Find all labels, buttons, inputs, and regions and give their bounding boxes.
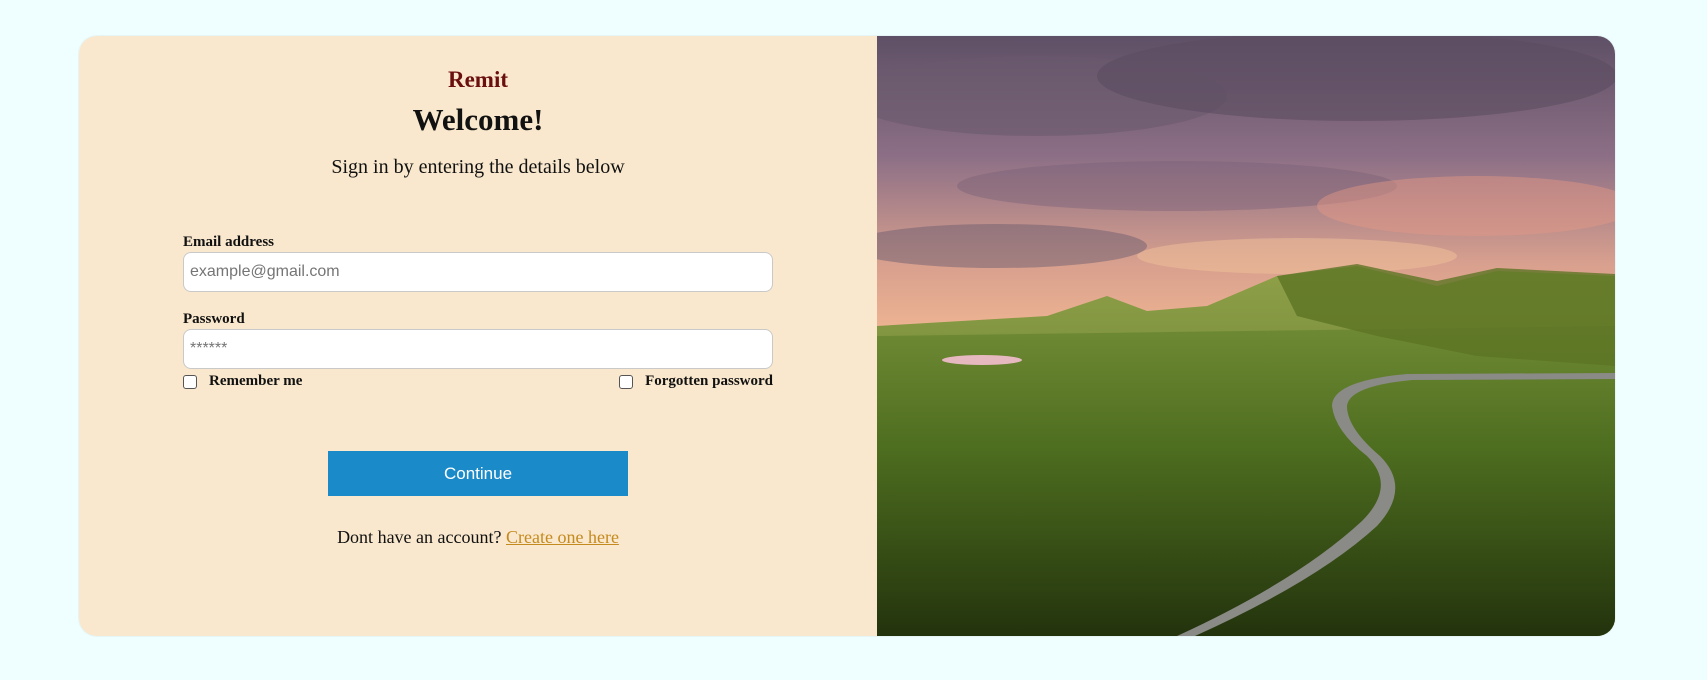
password-label: Password <box>183 311 245 327</box>
hero-image <box>877 36 1615 636</box>
remember-me-option[interactable]: Remember me <box>183 373 302 390</box>
landscape-image <box>877 36 1615 636</box>
remember-me-label[interactable]: Remember me <box>209 373 302 390</box>
email-field[interactable] <box>183 252 773 292</box>
login-panel: Remit Welcome! Sign in by entering the d… <box>79 36 877 636</box>
login-card: Remit Welcome! Sign in by entering the d… <box>79 36 1615 636</box>
brand-name: Remit <box>447 67 509 92</box>
page-subtitle: Sign in by entering the details below <box>331 156 625 178</box>
continue-button[interactable]: Continue <box>328 451 628 496</box>
password-field[interactable] <box>183 329 773 369</box>
page-title: Welcome! <box>412 102 544 137</box>
forgotten-password-label[interactable]: Forgotten password <box>645 373 773 390</box>
forgotten-password-option[interactable]: Forgotten password <box>619 373 773 390</box>
create-account-link[interactable]: Create one here <box>506 527 619 547</box>
signup-prompt: Dont have an account? Create one here <box>79 527 877 548</box>
email-label: Email address <box>183 234 274 250</box>
signup-prompt-text: Dont have an account? <box>337 527 506 547</box>
forgotten-password-checkbox[interactable] <box>619 374 634 389</box>
remember-me-checkbox[interactable] <box>183 374 197 389</box>
